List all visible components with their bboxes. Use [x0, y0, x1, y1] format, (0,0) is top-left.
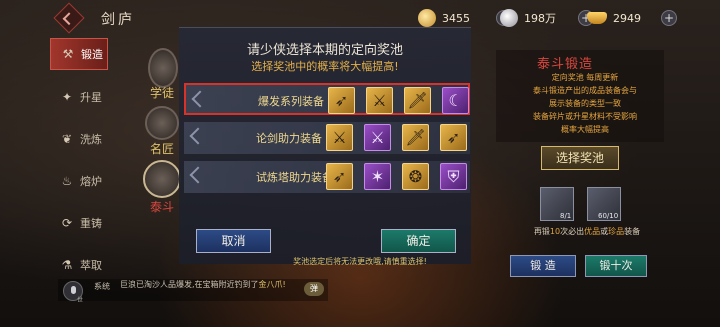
item-slot[interactable]: ➶ — [440, 124, 467, 151]
recast-icon: ⟳ — [61, 216, 73, 230]
menu-item-forge[interactable]: ⚒ 锻造 — [50, 38, 108, 70]
back-button[interactable] — [53, 2, 85, 34]
note-text: 次必出 — [560, 227, 585, 236]
apprentice-portrait[interactable] — [148, 48, 178, 88]
note-count: 10 — [549, 227, 561, 236]
item-slot[interactable]: ⚔ — [364, 124, 391, 151]
note-text: 再锻 — [533, 227, 550, 236]
cancel-button[interactable]: 取消 — [196, 229, 271, 253]
panel-line: 概率大幅提高 — [561, 125, 609, 134]
currency-silver: 198万 + — [500, 8, 594, 28]
menu-item-recast[interactable]: ⟳ 重铸 — [50, 202, 108, 244]
chat-text: 巨浪已淘沙人品爆发,在宝箱附近钓到了 — [120, 280, 259, 289]
item-slot[interactable]: 🗡 — [404, 87, 431, 114]
note-quality: 珍品 — [608, 227, 625, 236]
silver-coin-icon — [500, 9, 518, 27]
gold-ingot-icon — [587, 12, 607, 24]
silver-value: 198万 — [524, 12, 556, 25]
side-menu: ⚒ 锻造 ✦ 升星 ❦ 洗炼 ♨ 熔炉 ⟳ 重铸 ⚗ 萃取 — [50, 38, 108, 286]
select-pool-button[interactable]: 选择奖池 — [541, 146, 619, 170]
gold-value: 3455 — [442, 11, 470, 25]
chat-message: 巨浪已淘沙人品爆发,在宝箱附近钓到了金八爪! — [120, 279, 305, 290]
add-ingot-button[interactable]: + — [661, 10, 677, 26]
panel-line: 装备碎片或升星材料不受影响 — [533, 112, 637, 121]
note-text: 或 — [600, 227, 609, 236]
pool-option-trial-tower[interactable]: 试炼塔助力装备 ➶ ✶ ❂ ⛨ — [184, 161, 470, 193]
note-quality: 优品 — [584, 227, 601, 236]
menu-item-star-up[interactable]: ✦ 升星 — [50, 76, 108, 118]
menu-item-label: 洗炼 — [80, 133, 102, 146]
chevron-left-icon — [191, 90, 209, 108]
item-slot[interactable]: ❂ — [402, 163, 429, 190]
star-icon: ✦ — [61, 90, 73, 104]
menu-item-refine[interactable]: ❦ 洗炼 — [50, 118, 108, 160]
chat-system-tag: 系统 — [94, 282, 110, 291]
item-slot[interactable]: ⛨ — [440, 163, 467, 190]
menu-item-label: 熔炉 — [80, 175, 102, 188]
item-slot[interactable]: ➶ — [326, 163, 353, 190]
panel-title: 泰斗锻造 — [537, 57, 594, 72]
pool-name: 试炼塔助力装备 — [256, 171, 333, 184]
apprentice-label: 学徒 — [150, 86, 175, 100]
item-slot[interactable]: ⚔ — [366, 87, 393, 114]
grandmaster-label: 泰斗 — [150, 200, 175, 214]
forge-once-button[interactable]: 锻 造 — [510, 255, 576, 277]
barrage-toggle[interactable]: 弹 — [304, 282, 324, 296]
master-portrait[interactable] — [145, 106, 179, 140]
menu-item-label: 锻造 — [81, 48, 103, 61]
pool-name: 爆发系列装备 — [258, 95, 324, 108]
pity-note: 再锻10次必出优品或珍品装备 — [502, 226, 672, 237]
panel-line: 定向奖池 每周更新 — [551, 73, 619, 82]
menu-item-label: 升星 — [80, 91, 102, 104]
furnace-icon: ♨ — [61, 174, 73, 188]
currency-ingot: 2949 + — [587, 8, 677, 28]
item-slot[interactable]: ➶ — [328, 87, 355, 114]
dialog-title: 请少侠选择本期的定向奖池 — [246, 43, 403, 58]
material-count: 60/10 — [598, 212, 619, 220]
item-slot[interactable]: ☾ — [442, 87, 469, 114]
ingot-value: 2949 — [613, 11, 641, 25]
master-label: 名匠 — [150, 142, 175, 156]
chat-channel: 世 — [77, 297, 84, 304]
pool-name: 论剑助力装备 — [256, 132, 322, 145]
menu-item-label: 重铸 — [80, 217, 102, 230]
panel-line: 泰斗锻造产出的成品装备会与 — [533, 86, 637, 95]
currency-gold: 3455 + — [418, 8, 512, 28]
chevron-left-icon — [189, 166, 207, 184]
gold-coin-icon — [418, 9, 436, 27]
leaf-icon: ❦ — [61, 132, 73, 146]
panel-line: 展示装备的类型一致 — [549, 99, 621, 108]
note-text: 装备 — [624, 227, 641, 236]
menu-item-furnace[interactable]: ♨ 熔炉 — [50, 160, 108, 202]
material-count: 8/1 — [560, 212, 572, 220]
pool-option-burst[interactable]: 爆发系列装备 ➶ ⚔ 🗡 ☾ — [184, 83, 470, 115]
pool-option-duel[interactable]: 论剑助力装备 ⚔ ⚔ 🗡 ➶ — [184, 122, 470, 154]
chevron-left-icon — [189, 127, 207, 145]
page-title: 剑庐 — [101, 12, 135, 28]
grandmaster-portrait[interactable] — [143, 160, 181, 198]
forge-ten-button[interactable]: 锻十次 — [585, 255, 647, 277]
dialog-subtitle: 选择奖池中的概率将大幅提高! — [251, 60, 399, 73]
chat-item: 金八爪! — [258, 280, 286, 289]
anvil-icon: ⚒ — [62, 47, 74, 61]
item-slot[interactable]: ⚔ — [326, 124, 353, 151]
confirm-button[interactable]: 确定 — [381, 229, 456, 253]
item-slot[interactable]: ✶ — [364, 163, 391, 190]
item-slot[interactable]: 🗡 — [402, 124, 429, 151]
